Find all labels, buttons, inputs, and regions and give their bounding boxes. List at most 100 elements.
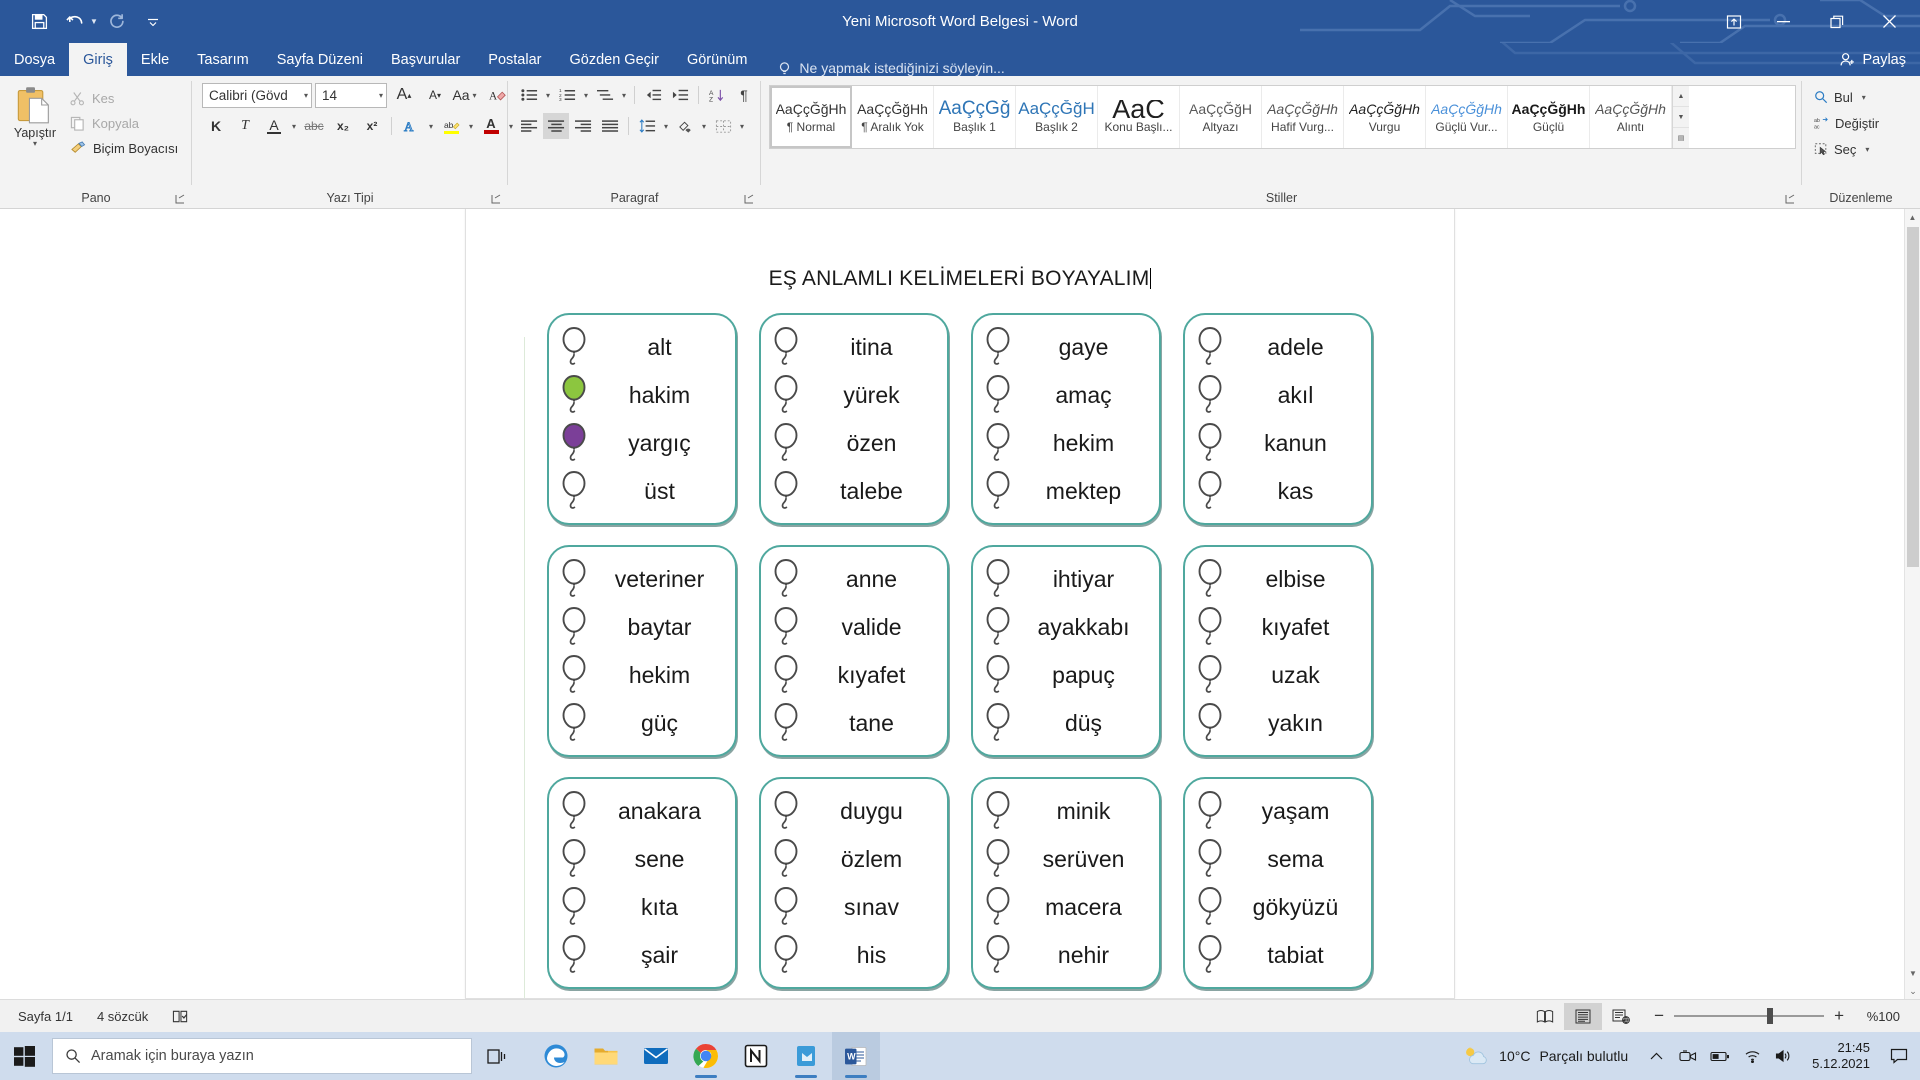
word-row[interactable]: güç — [559, 699, 725, 747]
notion-icon[interactable] — [732, 1032, 780, 1080]
find-dropdown-icon[interactable]: ▾ — [1859, 93, 1869, 102]
ribbon-display-options-icon[interactable] — [1711, 0, 1757, 43]
format-painter-button[interactable]: Biçim Boyacısı — [66, 137, 182, 159]
style-hafif-vurgu[interactable]: AaÇçĞğHh Hafif Vurg... — [1262, 86, 1344, 148]
balloon-slot[interactable] — [1195, 837, 1225, 881]
balloon-slot[interactable] — [983, 373, 1013, 417]
balloon-icon[interactable] — [771, 653, 801, 697]
balloon-slot[interactable] — [983, 421, 1013, 465]
balloon-icon[interactable] — [1195, 837, 1225, 881]
store-icon[interactable] — [782, 1032, 830, 1080]
text-effects-button[interactable]: A — [397, 113, 425, 139]
word-card[interactable]: itina yürek özen talebe — [759, 313, 949, 525]
balloon-icon[interactable] — [771, 373, 801, 417]
balloon-slot[interactable] — [771, 701, 801, 745]
balloon-slot[interactable] — [1195, 933, 1225, 977]
word-row[interactable]: düş — [983, 699, 1149, 747]
word-row[interactable]: sınav — [771, 883, 937, 931]
borders-dropdown-icon[interactable]: ▾ — [737, 122, 747, 131]
multilevel-dropdown-icon[interactable]: ▾ — [619, 91, 629, 100]
balloon-slot[interactable] — [559, 605, 589, 649]
numbering-icon[interactable]: 123 — [554, 82, 580, 108]
select-dropdown-icon[interactable]: ▾ — [1862, 145, 1872, 154]
tab-sayfa-duzeni[interactable]: Sayfa Düzeni — [263, 43, 377, 76]
styles-scroll-up-icon[interactable]: ▲ — [1673, 86, 1689, 107]
balloon-icon[interactable] — [1195, 469, 1225, 513]
balloon-icon[interactable] — [771, 421, 801, 465]
bullets-dropdown-icon[interactable]: ▾ — [543, 91, 553, 100]
clock[interactable]: 21:45 5.12.2021 — [1800, 1040, 1882, 1072]
redo-icon[interactable] — [100, 7, 134, 37]
balloon-slot[interactable] — [559, 837, 589, 881]
tab-tasarim[interactable]: Tasarım — [183, 43, 263, 76]
zoom-out-button[interactable]: − — [1654, 1007, 1664, 1024]
word-row[interactable]: sema — [1195, 835, 1361, 883]
style-baslik-2[interactable]: AaÇçĞğH Başlık 2 — [1016, 86, 1098, 148]
shrink-font-icon[interactable]: A ▾ — [421, 82, 449, 108]
balloon-icon[interactable] — [1195, 421, 1225, 465]
italic-button[interactable]: T — [231, 113, 259, 139]
word-row[interactable]: sene — [559, 835, 725, 883]
align-center-icon[interactable] — [543, 113, 569, 139]
word-card[interactable]: gaye amaç hekim mektep — [971, 313, 1161, 525]
balloon-icon[interactable] — [559, 885, 589, 929]
underline-button[interactable]: A — [260, 113, 288, 139]
print-layout-icon[interactable] — [1564, 1002, 1603, 1030]
page-number[interactable]: Sayfa 1/1 — [6, 1000, 85, 1033]
balloon-slot[interactable] — [771, 325, 801, 369]
next-page-icon[interactable]: ⌄ — [1905, 983, 1920, 999]
style-guclu[interactable]: AaÇçĞğHh Güçlü — [1508, 86, 1590, 148]
weather-widget[interactable]: 10°C Parçalı bulutlu — [1451, 1045, 1640, 1067]
word-card[interactable]: anakara sene kıta şair — [547, 777, 737, 989]
word-row[interactable]: şair — [559, 931, 725, 979]
balloon-slot[interactable] — [1195, 421, 1225, 465]
balloon-slot[interactable] — [559, 469, 589, 513]
balloon-icon[interactable] — [559, 421, 589, 465]
balloon-icon[interactable] — [1195, 653, 1225, 697]
clipboard-dialog-launcher[interactable] — [174, 192, 188, 206]
balloon-slot[interactable] — [983, 701, 1013, 745]
document-area[interactable]: EŞ ANLAMLI KELİMELERİ BOYAYALIM alt hakim… — [0, 209, 1920, 999]
balloon-icon[interactable] — [983, 789, 1013, 833]
balloon-slot[interactable] — [559, 885, 589, 929]
word-row[interactable]: uzak — [1195, 651, 1361, 699]
word-row[interactable]: elbise — [1195, 555, 1361, 603]
zoom-in-button[interactable]: + — [1834, 1007, 1844, 1024]
word-row[interactable]: his — [771, 931, 937, 979]
superscript-button[interactable]: x² — [358, 113, 386, 139]
balloon-icon[interactable] — [983, 605, 1013, 649]
balloon-icon[interactable] — [1195, 701, 1225, 745]
bold-button[interactable]: K — [202, 113, 230, 139]
word-icon[interactable]: W — [832, 1032, 880, 1080]
balloon-slot[interactable] — [559, 557, 589, 601]
subscript-button[interactable]: x₂ — [329, 113, 357, 139]
decrease-indent-icon[interactable] — [640, 82, 666, 108]
styles-scroll-down-icon[interactable]: ▼ — [1673, 107, 1689, 128]
balloon-slot[interactable] — [1195, 325, 1225, 369]
balloon-icon[interactable] — [771, 837, 801, 881]
style-baslik-1[interactable]: AaÇçĞğ Başlık 1 — [934, 86, 1016, 148]
shading-dropdown-icon[interactable]: ▾ — [699, 122, 709, 131]
find-button[interactable]: Bul ▾ — [1808, 85, 1885, 109]
highlight-button[interactable]: ab — [437, 113, 465, 139]
balloon-slot[interactable] — [559, 933, 589, 977]
balloon-icon[interactable] — [771, 933, 801, 977]
word-row[interactable]: kıyafet — [771, 651, 937, 699]
balloon-icon[interactable] — [559, 325, 589, 369]
mail-icon[interactable] — [632, 1032, 680, 1080]
word-card[interactable]: yaşam sema gökyüzü tabiat — [1183, 777, 1373, 989]
word-row[interactable]: üst — [559, 467, 725, 515]
word-row[interactable]: kas — [1195, 467, 1361, 515]
style-alinti[interactable]: AaÇçĞğHh Alıntı — [1590, 86, 1672, 148]
zoom-slider[interactable] — [1674, 1008, 1825, 1024]
word-count[interactable]: 4 sözcük — [85, 1000, 160, 1033]
balloon-icon[interactable] — [983, 885, 1013, 929]
word-row[interactable]: hekim — [559, 651, 725, 699]
shading-icon[interactable] — [672, 113, 698, 139]
balloon-icon[interactable] — [559, 469, 589, 513]
balloon-icon[interactable] — [559, 837, 589, 881]
volume-icon[interactable] — [1768, 1032, 1800, 1080]
chrome-icon[interactable] — [682, 1032, 730, 1080]
undo-dropdown-icon[interactable]: ▼ — [90, 17, 98, 26]
word-row[interactable]: duygu — [771, 787, 937, 835]
